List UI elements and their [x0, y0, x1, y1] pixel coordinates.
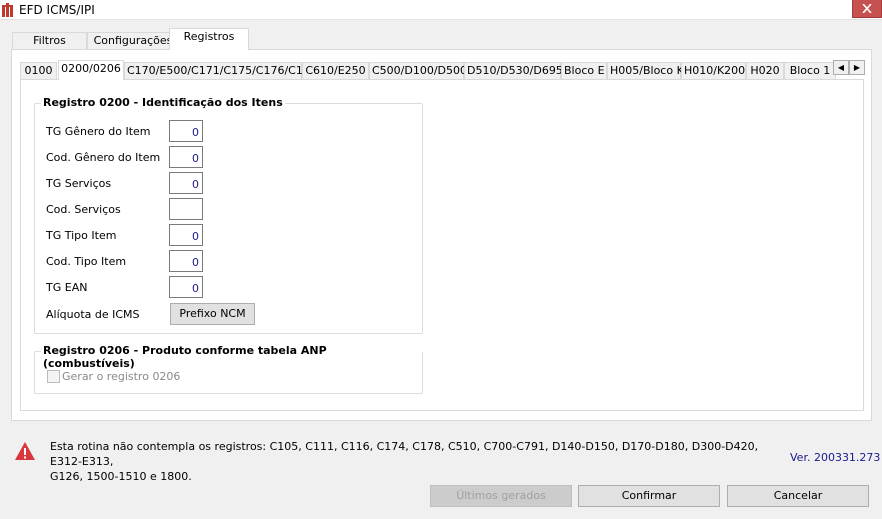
tab-h010[interactable]: H010/K200 — [681, 62, 746, 80]
tg-servicos-input[interactable]: 0 — [169, 172, 203, 194]
window-title: EFD ICMS/IPI — [19, 3, 95, 17]
close-icon — [862, 4, 872, 13]
title-bar: EFD ICMS/IPI — [0, 0, 882, 20]
tab-c610[interactable]: C610/E250 — [302, 62, 369, 80]
inner-tab-strip: 0100 0200/0206 C170/E500/C171/C175/C176/… — [20, 60, 865, 80]
confirmar-button[interactable]: Confirmar — [578, 485, 720, 507]
app-logo-icon — [2, 3, 13, 17]
tg-servicos-label: TG Serviços — [46, 177, 112, 190]
registro-0206-title: Registro 0206 - Produto conforme tabela … — [41, 344, 422, 370]
prefixo-ncm-button[interactable]: Prefixo NCM — [170, 303, 255, 325]
tab-d510[interactable]: D510/D530/D695 — [464, 62, 563, 80]
tab-bloco-e[interactable]: Bloco E — [561, 62, 607, 80]
tab-c170[interactable]: C170/E500/C171/C175/C176/C197 — [124, 62, 317, 80]
ultimos-gerados-button[interactable]: Últimos gerados — [430, 485, 572, 507]
close-button[interactable] — [852, 0, 882, 18]
tab-filtros[interactable]: Filtros — [12, 32, 87, 49]
tab-scroll-left-button[interactable]: ◀ — [833, 60, 849, 75]
tab-bloco-1[interactable]: Bloco 1 — [784, 62, 836, 80]
tab-scroll-right-button[interactable]: ▶ — [849, 60, 865, 75]
warning-line-1: Esta rotina não contempla os registros: … — [50, 440, 759, 468]
cod-genero-label: Cod. Gênero do Item — [46, 151, 161, 164]
aliquota-icms-label: Alíquota de ICMS — [46, 308, 140, 321]
cod-servicos-input[interactable] — [169, 198, 203, 220]
cod-tipo-item-input[interactable]: 0 — [169, 250, 203, 272]
gerar-0206-label: Gerar o registro 0206 — [62, 370, 181, 383]
tg-ean-input[interactable]: 0 — [169, 276, 203, 298]
tg-ean-label: TG EAN — [46, 281, 88, 294]
cod-servicos-label: Cod. Serviços — [46, 203, 121, 216]
tg-genero-input[interactable]: 0 — [169, 120, 203, 142]
tab-h020[interactable]: H020 — [746, 62, 784, 80]
cancelar-button[interactable]: Cancelar — [727, 485, 869, 507]
cod-tipo-item-label: Cod. Tipo Item — [46, 255, 127, 268]
tab-scroll-buttons: ◀ ▶ — [833, 60, 865, 75]
tab-h005[interactable]: H005/Bloco K — [607, 62, 684, 80]
tab-configuracoes[interactable]: Configurações — [87, 32, 179, 49]
warning-line-2: G126, 1500-1510 e 1800. — [50, 470, 192, 483]
version-label: Ver. 200331.273 — [790, 451, 881, 464]
tab-0200-0206[interactable]: 0200/0206 — [58, 60, 124, 80]
cod-genero-input[interactable]: 0 — [169, 146, 203, 168]
warning-message: Esta rotina não contempla os registros: … — [50, 439, 770, 484]
registro-0200-title: Registro 0200 - Identificação dos Itens — [41, 96, 285, 109]
tab-0100[interactable]: 0100 — [20, 62, 57, 80]
tg-tipo-item-label: TG Tipo Item — [46, 229, 117, 242]
tg-tipo-item-input[interactable]: 0 — [169, 224, 203, 246]
tab-c500[interactable]: C500/D100/D500 — [369, 62, 467, 80]
tab-registros[interactable]: Registros — [169, 28, 249, 50]
tg-genero-label: TG Gênero do Item — [46, 125, 151, 138]
gerar-0206-checkbox[interactable] — [47, 370, 60, 383]
warning-icon — [15, 442, 35, 460]
